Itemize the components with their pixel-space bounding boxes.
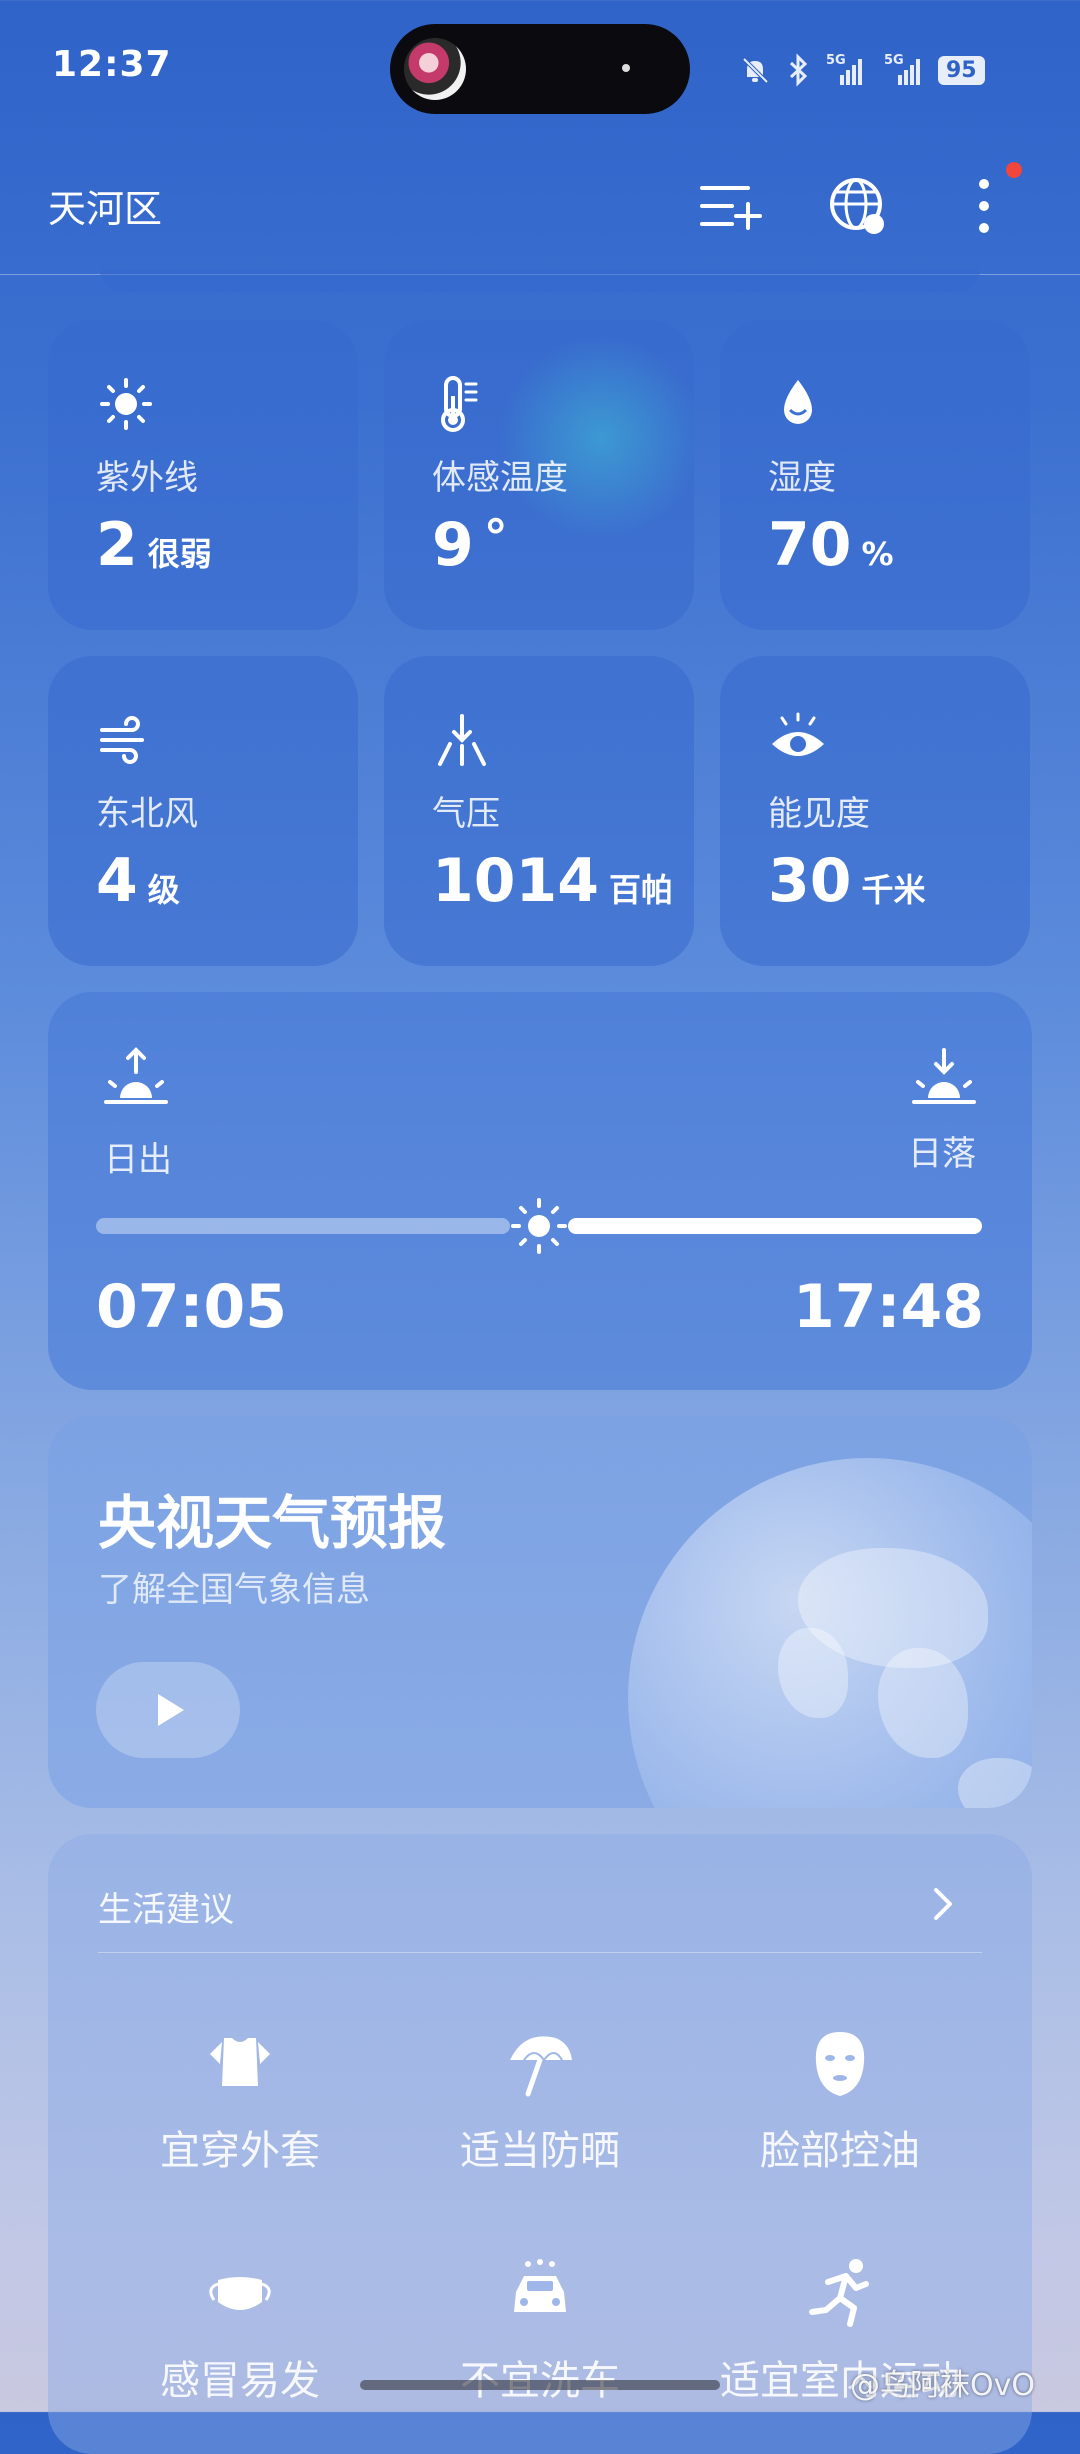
umbrella-icon (510, 2036, 572, 2097)
sunset-time: 17:48 (793, 1272, 984, 1342)
life-item-label: 不宜洗车 (390, 2348, 690, 2406)
humidity-tile[interactable]: 湿度 70% (720, 320, 1030, 630)
play-icon (158, 1694, 184, 1726)
medical-mask-icon (209, 2277, 271, 2310)
more-options-button[interactable] (944, 166, 1024, 246)
life-item-face-oil[interactable]: 脸部控油 (690, 2024, 990, 2176)
wind-tile[interactable]: 东北风 4级 (48, 656, 358, 966)
globe-illustration (628, 1458, 1032, 1808)
daylight-track (96, 1198, 982, 1254)
tile-label: 体感温度 (432, 458, 568, 498)
signal-5g-icon-2: 5G (880, 53, 924, 87)
watermark: @鸟阿袜OvO (850, 2368, 1035, 2403)
cctv-weather-card[interactable]: 央视天气预报 了解全国气象信息 (48, 1416, 1032, 1808)
sunrise-sunset-card[interactable]: 日出 日落 07:05 17:48 (48, 992, 1032, 1390)
add-city-icon (700, 186, 762, 230)
cctv-subtitle: 了解全国气象信息 (98, 1570, 370, 1610)
sun-position-icon (511, 1198, 567, 1254)
daylight-track-elapsed (96, 1218, 510, 1234)
life-item-label: 脸部控油 (760, 2128, 920, 2174)
global-weather-button[interactable] (818, 166, 898, 246)
pressure-icon (438, 714, 486, 766)
thermometer-icon (441, 376, 478, 432)
life-suggestions-title[interactable]: 生活建议 (98, 1882, 234, 1931)
tile-label: 紫外线 (96, 458, 198, 498)
bluetooth-icon (789, 53, 808, 87)
tile-value: 70% (768, 510, 894, 580)
uv-index-tile[interactable]: 紫外线 2 很弱 (48, 320, 358, 630)
cctv-title: 央视天气预报 (98, 1489, 447, 1557)
globe-icon (830, 178, 884, 234)
sunrise-time: 07:05 (96, 1272, 287, 1342)
previous-card-edge (100, 270, 980, 292)
life-item-label: 宜穿外套 (160, 2128, 320, 2174)
sun-icon (100, 378, 152, 430)
life-item-sunscreen[interactable]: 适当防晒 (390, 2024, 690, 2176)
notification-dot (1006, 162, 1022, 178)
signal-5g-icon: 5G (826, 53, 866, 87)
tile-label: 湿度 (768, 458, 836, 498)
island-indicator (622, 64, 630, 72)
status-time: 12:37 (52, 44, 172, 85)
feels-like-tile[interactable]: 体感温度 9 ° (384, 320, 694, 630)
tile-value: 2 很弱 (96, 510, 212, 580)
sunset-icon (912, 1048, 976, 1104)
add-city-button[interactable] (690, 166, 770, 246)
pressure-tile[interactable]: 气压 1014 百帕 (384, 656, 694, 966)
daylight-track-remaining (568, 1218, 982, 1234)
tile-value: 9 ° (432, 510, 508, 580)
more-icon (979, 179, 989, 233)
car-wash-icon (514, 2259, 566, 2312)
battery-indicator: 95 (938, 55, 985, 85)
face-mask-icon (815, 2032, 865, 2096)
chevron-right-icon[interactable] (928, 1884, 958, 1924)
divider (98, 1952, 982, 1953)
tile-value: 1014 百帕 (432, 846, 674, 916)
sunset-label: 日落 (908, 1134, 976, 1174)
status-icons: 5G 5G 95 (738, 50, 985, 90)
mute-bell-icon (742, 57, 769, 84)
life-item-cold[interactable]: 感冒易发 (90, 2254, 390, 2406)
sunrise-label: 日出 (104, 1140, 172, 1180)
play-video-button[interactable] (96, 1662, 240, 1758)
wind-icon (100, 716, 144, 764)
tile-value: 30 千米 (768, 846, 926, 916)
sunrise-icon (104, 1047, 168, 1104)
jacket-icon (210, 2038, 270, 2086)
life-item-label: 适当防晒 (460, 2128, 620, 2174)
tile-label: 气压 (432, 794, 500, 834)
eye-icon (772, 712, 824, 756)
tile-label: 东北风 (96, 794, 198, 834)
dynamic-island[interactable] (390, 24, 690, 114)
life-item-jacket[interactable]: 宜穿外套 (90, 2024, 390, 2176)
life-item-label: 感冒易发 (160, 2358, 320, 2404)
now-playing-artwork[interactable] (404, 38, 466, 100)
tile-label: 能见度 (768, 794, 870, 834)
tile-value: 4级 (96, 846, 180, 916)
location-title[interactable]: 天河区 (48, 178, 162, 233)
running-icon (809, 2259, 869, 2327)
home-indicator[interactable] (360, 2380, 720, 2390)
droplet-icon (784, 380, 812, 424)
visibility-tile[interactable]: 能见度 30 千米 (720, 656, 1030, 966)
